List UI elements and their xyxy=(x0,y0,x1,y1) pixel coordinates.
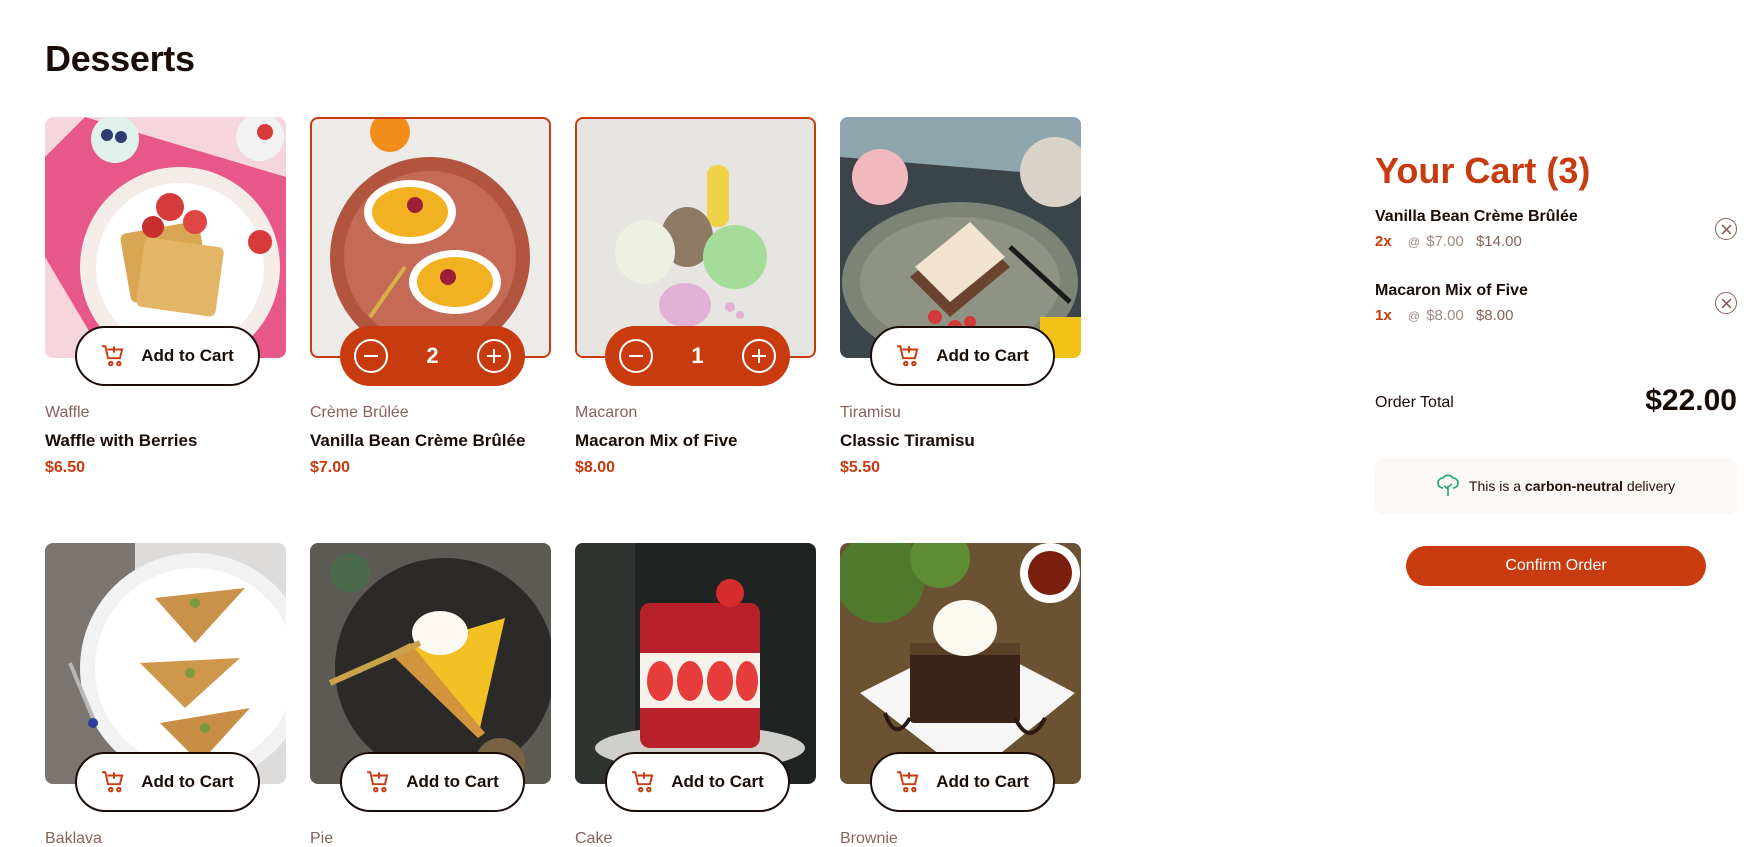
quantity-stepper[interactable]: 2 xyxy=(340,326,525,386)
remove-item-button[interactable] xyxy=(1715,218,1737,240)
add-to-cart-icon xyxy=(897,771,919,793)
minus-circle-icon xyxy=(364,355,378,357)
product-category: Cake xyxy=(575,830,613,847)
product-category: Pie xyxy=(310,830,334,847)
product-name: Classic Tiramisu xyxy=(840,431,975,450)
remove-item-icon xyxy=(1721,298,1731,308)
minus-circle-icon xyxy=(629,355,643,357)
cart-title: Your Cart (3) xyxy=(1375,150,1591,191)
remove-item-button[interactable] xyxy=(1715,292,1737,314)
decrement-button[interactable] xyxy=(619,339,653,373)
remove-item-icon xyxy=(1721,224,1731,234)
cart-item-unit-value: $8.00 xyxy=(1426,307,1464,324)
quantity-value: 1 xyxy=(691,343,704,368)
product-price: $6.50 xyxy=(45,459,86,476)
cart-item-line-total: $8.00 xyxy=(1475,307,1514,324)
product-image-cake xyxy=(575,543,816,784)
product-card-creme-brulee: 2 Crème Brûlée Vanilla Bean Crème Brûlée… xyxy=(310,117,551,476)
product-image-waffle xyxy=(45,117,286,358)
increment-button[interactable] xyxy=(477,339,511,373)
quantity-stepper[interactable]: 1 xyxy=(605,326,790,386)
product-category: Waffle xyxy=(45,404,90,421)
product-name: Waffle with Berries xyxy=(45,431,198,450)
product-price: $5.50 xyxy=(840,459,881,476)
product-image-pie xyxy=(310,543,551,784)
cart-item-name: Macaron Mix of Five xyxy=(1375,282,1528,299)
increment-button[interactable] xyxy=(742,339,776,373)
product-category: Baklava xyxy=(45,830,102,847)
add-to-cart-button[interactable]: Add to Cart xyxy=(75,326,260,386)
product-card-macaron: 1 Macaron Macaron Mix of Five $8.00 xyxy=(575,117,816,476)
plus-circle-icon xyxy=(487,349,501,363)
quantity-value: 2 xyxy=(426,343,439,368)
add-to-cart-label: Add to Cart xyxy=(406,772,499,791)
add-to-cart-icon xyxy=(102,345,124,367)
add-to-cart-icon xyxy=(367,771,389,793)
carbon-suffix: delivery xyxy=(1626,478,1676,494)
plus-circle-icon xyxy=(752,349,766,363)
order-total: Order Total $22.00 xyxy=(1375,376,1737,436)
cart-panel: Your Cart (3) Vanilla Bean Crème Brûlée … xyxy=(1375,150,1737,586)
order-total-value: $22.00 xyxy=(1645,384,1737,417)
product-image-tiramisu xyxy=(840,117,1081,358)
cart-item-details: 2x @ $7.00 $14.00 xyxy=(1375,233,1522,250)
cart-item-details: 1x @ $8.00 $8.00 xyxy=(1375,307,1513,324)
add-to-cart-icon xyxy=(102,771,124,793)
cart-item-quantity: 1x xyxy=(1375,307,1392,324)
cart-item-unit-price: @ $7.00 xyxy=(1408,233,1464,250)
add-to-cart-label: Add to Cart xyxy=(936,772,1029,791)
product-image-baklava xyxy=(45,543,286,784)
add-to-cart-label: Add to Cart xyxy=(671,772,764,791)
product-price: $8.00 xyxy=(575,459,616,476)
product-category: Tiramisu xyxy=(840,404,901,421)
cart-item-quantity: 2x xyxy=(1375,233,1392,250)
confirm-order-button[interactable]: Confirm Order xyxy=(1406,546,1706,586)
add-to-cart-button[interactable]: Add to Cart xyxy=(605,752,790,812)
cart-item-unit-price: @ $8.00 xyxy=(1408,307,1464,324)
add-to-cart-button[interactable]: Add to Cart xyxy=(870,752,1055,812)
add-to-cart-icon xyxy=(632,771,654,793)
at-symbol: @ xyxy=(1407,309,1421,323)
product-name: Macaron Mix of Five xyxy=(575,431,738,450)
add-to-cart-label: Add to Cart xyxy=(141,346,234,365)
add-to-cart-button[interactable]: Add to Cart xyxy=(340,752,525,812)
carbon-bold: carbon-neutral xyxy=(1524,478,1623,494)
product-category: Brownie xyxy=(840,830,898,847)
add-to-cart-label: Add to Cart xyxy=(141,772,234,791)
product-card-pie: Add to Cart Pie xyxy=(310,543,551,847)
product-image-creme-brulee xyxy=(310,117,551,358)
product-card-cake: Add to Cart Cake xyxy=(575,543,816,847)
carbon-neutral-notice: This is a carbon-neutral delivery xyxy=(1375,458,1737,514)
cart-item-line-total: $14.00 xyxy=(1475,233,1522,250)
cart-item: Vanilla Bean Crème Brûlée 2x @ $7.00 $14… xyxy=(1375,202,1737,266)
order-total-label: Order Total xyxy=(1375,394,1454,411)
product-image-brownie xyxy=(840,543,1081,784)
product-card-waffle: Add to Cart Waffle Waffle with Berries $… xyxy=(45,117,286,476)
product-category: Macaron xyxy=(575,404,638,421)
product-image-macaron xyxy=(575,117,816,358)
cart-item-name: Vanilla Bean Crème Brûlée xyxy=(1375,208,1578,225)
carbon-text: This is a carbon-neutral delivery xyxy=(1469,478,1675,494)
cart-item-unit-value: $7.00 xyxy=(1426,233,1464,250)
add-to-cart-label: Add to Cart xyxy=(936,346,1029,365)
add-to-cart-button[interactable]: Add to Cart xyxy=(75,752,260,812)
carbon-prefix: This is a xyxy=(1468,478,1522,494)
page-title: Desserts xyxy=(45,38,195,79)
tree-icon xyxy=(1437,474,1459,496)
product-card-baklava: Add to Cart Baklava xyxy=(45,543,286,847)
cart-item: Macaron Mix of Five 1x @ $8.00 $8.00 xyxy=(1375,276,1737,340)
decrement-button[interactable] xyxy=(354,339,388,373)
product-name: Vanilla Bean Crème Brûlée xyxy=(310,431,526,450)
product-card-tiramisu: Add to Cart Tiramisu Classic Tiramisu $5… xyxy=(840,117,1081,476)
product-price: $7.00 xyxy=(310,459,351,476)
product-card-brownie: Add to Cart Brownie xyxy=(840,543,1081,847)
product-category: Crème Brûlée xyxy=(310,404,409,421)
at-symbol: @ xyxy=(1407,235,1421,249)
add-to-cart-button[interactable]: Add to Cart xyxy=(870,326,1055,386)
add-to-cart-icon xyxy=(897,345,919,367)
